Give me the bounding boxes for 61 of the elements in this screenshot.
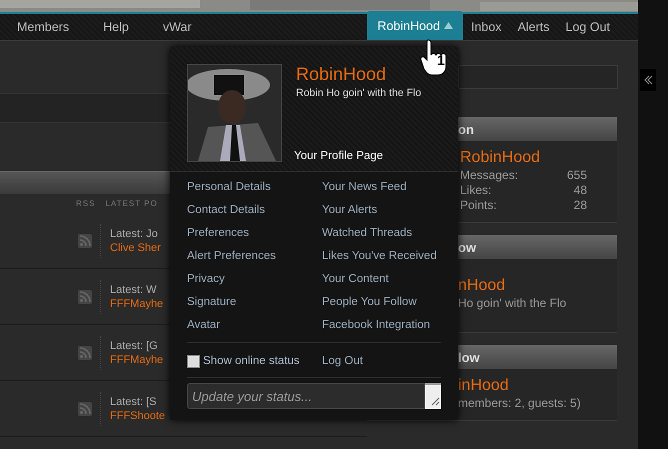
panel-heading: ow <box>458 240 476 254</box>
profile-page-link[interactable]: Your Profile Page <box>294 150 422 162</box>
author-link[interactable]: FFFMayhe <box>110 298 164 310</box>
rss-icon[interactable] <box>78 290 92 304</box>
checkbox[interactable] <box>187 354 200 368</box>
stat-value: 655 <box>566 168 587 182</box>
stat-label: Points: <box>460 198 497 212</box>
username-link[interactable]: inHood <box>458 377 617 395</box>
menu-link[interactable]: Your Content <box>322 271 441 287</box>
nav-tab[interactable]: RobinHood <box>367 11 463 40</box>
panel-heading: on <box>458 122 474 136</box>
menu-link[interactable]: Signature <box>187 294 322 310</box>
status-text: Ho goin' with the Flo <box>458 296 568 310</box>
menu-link[interactable]: Your Alerts <box>322 202 441 218</box>
author-link[interactable]: FFFMayhe <box>110 354 164 366</box>
nav-tab[interactable]: Log Out <box>558 14 618 40</box>
status-text: Robin Ho goin' with the Flo <box>296 87 422 99</box>
nav-tab[interactable]: Alerts <box>510 14 558 40</box>
stat-value: 48 <box>574 183 587 197</box>
latest-post-title[interactable]: Latest: Jo <box>110 228 161 240</box>
author-link[interactable]: Clive Sher <box>110 242 161 254</box>
step-number: 1 <box>437 52 445 68</box>
menu-link[interactable]: Avatar <box>187 317 322 333</box>
nav-tab[interactable]: Inbox <box>462 14 510 40</box>
collapse-button[interactable] <box>640 69 656 91</box>
column-header: RSS <box>76 199 96 210</box>
status-field[interactable]: Update your status... <box>187 383 425 409</box>
rss-icon[interactable] <box>78 234 92 248</box>
latest-post-title[interactable]: Latest: [S <box>110 396 166 408</box>
menu-link[interactable]: Personal Details <box>187 179 322 195</box>
username-link[interactable]: nHood <box>458 277 617 295</box>
username-link[interactable]: RobinHood <box>296 64 422 85</box>
rss-icon[interactable] <box>78 346 92 360</box>
menu-link[interactable]: Likes You've Received <box>322 248 441 264</box>
panel-heading: low <box>458 350 480 364</box>
menu-link[interactable]: People You Follow <box>322 294 441 310</box>
stat-label: Likes: <box>460 183 492 197</box>
author-link[interactable]: FFFShoote <box>110 410 166 422</box>
logout-link[interactable]: Log Out <box>322 353 441 369</box>
latest-post-title[interactable]: Latest: W <box>110 284 164 296</box>
search-field[interactable] <box>458 65 618 89</box>
nav-link[interactable]: Help <box>86 14 146 40</box>
menu-link[interactable]: Your News Feed <box>322 179 441 195</box>
rss-icon[interactable] <box>78 402 92 416</box>
caret-icon <box>444 22 453 29</box>
nav-link[interactable]: vWar <box>146 14 209 40</box>
column-header: LATEST PO <box>105 199 158 210</box>
latest-post-title[interactable]: Latest: [G <box>110 340 164 352</box>
menu-link[interactable]: Facebook Integration <box>322 317 441 333</box>
menu-link[interactable]: Alert Preferences <box>187 248 322 264</box>
status-text: members: 2, guests: 5) <box>458 396 582 410</box>
username-link[interactable]: RobinHood <box>460 149 587 167</box>
resize-grip-icon[interactable] <box>425 383 441 409</box>
menu-link[interactable]: Privacy <box>187 271 322 287</box>
nav-link[interactable]: Members <box>0 14 86 40</box>
menu-link[interactable]: Watched Threads <box>322 225 441 241</box>
menu-link[interactable]: Preferences <box>187 225 322 241</box>
stat-value: 28 <box>574 198 587 212</box>
menu-link[interactable]: Contact Details <box>187 202 322 218</box>
stat-label: Messages: <box>460 168 518 182</box>
checkbox-label[interactable]: Show online status <box>203 355 300 367</box>
